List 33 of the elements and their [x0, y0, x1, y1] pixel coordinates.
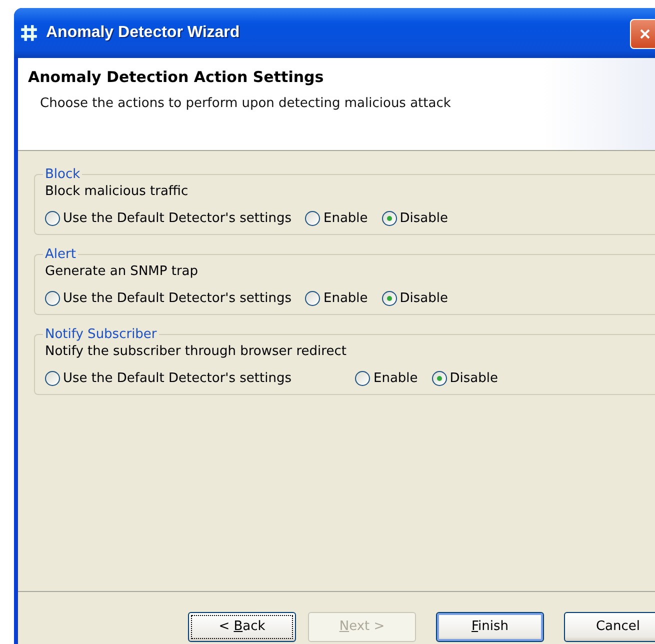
group-title: Alert: [44, 247, 77, 262]
radio-option[interactable]: Enable: [305, 211, 368, 226]
radio-button[interactable]: [432, 371, 447, 386]
radio-button[interactable]: [45, 371, 60, 386]
radio-option[interactable]: Enable: [305, 291, 368, 306]
radio-button[interactable]: [45, 211, 60, 226]
radio-option[interactable]: Disable: [382, 211, 448, 226]
group-title: Notify Subscriber: [44, 327, 158, 342]
wizard-button[interactable]: < Back: [188, 612, 296, 642]
radio-option[interactable]: Use the Default Detector's settings: [45, 211, 292, 226]
close-icon: [639, 28, 651, 40]
radio-button[interactable]: [45, 291, 60, 306]
radio-button[interactable]: [355, 371, 370, 386]
radio-button[interactable]: [305, 291, 320, 306]
group-title: Block: [44, 167, 82, 182]
close-button[interactable]: [630, 19, 655, 49]
radio-option[interactable]: Use the Default Detector's settings: [45, 291, 292, 306]
app-icon: [20, 24, 38, 42]
radio-option[interactable]: Disable: [432, 371, 498, 386]
page-title: Anomaly Detection Action Settings: [28, 68, 325, 86]
radio-button[interactable]: [382, 211, 397, 226]
group-description: Notify the subscriber through browser redirect: [45, 344, 348, 359]
group-description: Block malicious traffic: [45, 184, 190, 199]
radio-option[interactable]: Enable: [355, 371, 418, 386]
wizard-button[interactable]: Finish: [436, 612, 544, 642]
radio-option[interactable]: Disable: [382, 291, 448, 306]
radio-button[interactable]: [382, 291, 397, 306]
group-description: Generate an SNMP trap: [45, 264, 200, 279]
radio-option[interactable]: Use the Default Detector's settings: [45, 371, 292, 386]
wizard-button[interactable]: Cancel: [564, 612, 655, 642]
radio-button[interactable]: [305, 211, 320, 226]
page-description: Choose the actions to perform upon detecting malicious attack: [40, 96, 452, 111]
window-title: Anomaly Detector Wizard: [46, 24, 240, 42]
